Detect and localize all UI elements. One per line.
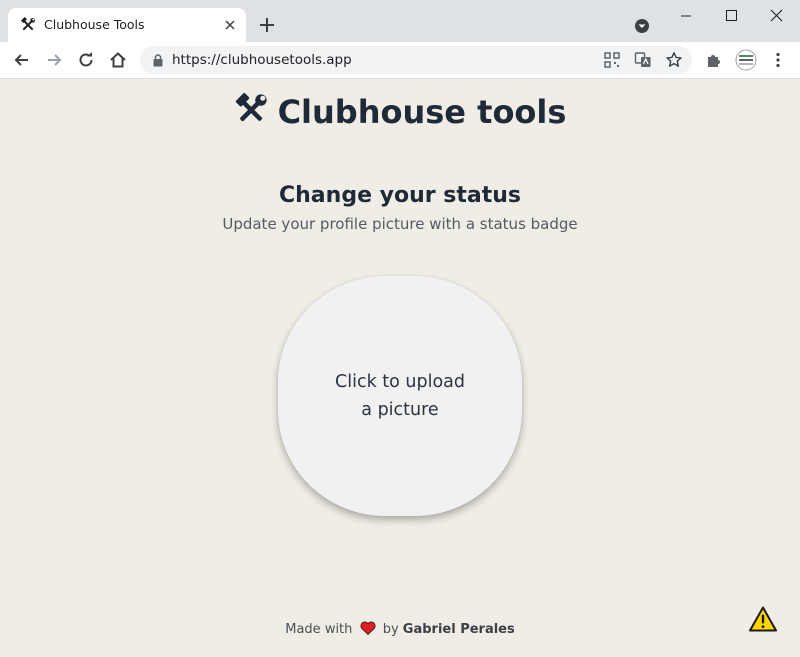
lock-icon[interactable] (152, 53, 164, 67)
footer-made-with: Made with (285, 622, 353, 637)
site-title: Clubhouse tools (277, 93, 567, 131)
translate-icon[interactable] (634, 51, 652, 69)
hammer-wrench-icon (21, 17, 35, 31)
footer: Made with by Gabriel Perales (0, 621, 800, 637)
tab-title: Clubhouse Tools (44, 17, 145, 32)
page-subheading: Update your profile picture with a statu… (222, 215, 578, 233)
browser-tab-strip: Clubhouse Tools (0, 0, 800, 42)
footer-by: by (382, 622, 399, 637)
close-tab-icon[interactable] (222, 17, 238, 33)
back-arrow-icon[interactable] (12, 50, 32, 70)
hammer-wrench-icon (235, 93, 267, 122)
site-brand: Clubhouse tools (0, 93, 800, 131)
footer-author-link[interactable]: Gabriel Perales (403, 622, 515, 637)
upload-label-line2: a picture (361, 400, 439, 420)
page-content: Clubhouse tools Change your status Updat… (0, 79, 800, 657)
bookmark-star-icon[interactable] (665, 51, 683, 69)
browser-tab[interactable]: Clubhouse Tools (8, 8, 246, 42)
extensions-puzzle-icon[interactable] (705, 51, 723, 69)
more-menu-icon[interactable] (769, 51, 787, 69)
maximize-window-icon[interactable] (716, 6, 746, 26)
tab-search-icon[interactable] (633, 17, 651, 35)
url-text[interactable]: https://clubhousetools.app (172, 52, 352, 68)
home-icon[interactable] (108, 50, 128, 70)
browser-toolbar: https://clubhousetools.app (0, 42, 800, 79)
upload-label-line1: Click to upload (335, 372, 465, 392)
upload-label: Click to upload a picture (335, 368, 465, 424)
upload-picture-button[interactable]: Click to upload a picture (278, 276, 522, 516)
warning-icon[interactable] (749, 606, 777, 632)
heart-icon (360, 621, 376, 635)
address-bar[interactable]: https://clubhousetools.app (140, 46, 692, 74)
close-window-icon[interactable] (761, 6, 791, 26)
profile-avatar-icon[interactable] (735, 49, 757, 71)
qr-code-icon[interactable] (603, 51, 621, 69)
forward-arrow-icon[interactable] (44, 50, 64, 70)
new-tab-icon[interactable] (258, 16, 276, 34)
page-heading: Change your status (279, 183, 521, 208)
reload-icon[interactable] (76, 50, 96, 70)
minimize-window-icon[interactable] (671, 6, 701, 26)
